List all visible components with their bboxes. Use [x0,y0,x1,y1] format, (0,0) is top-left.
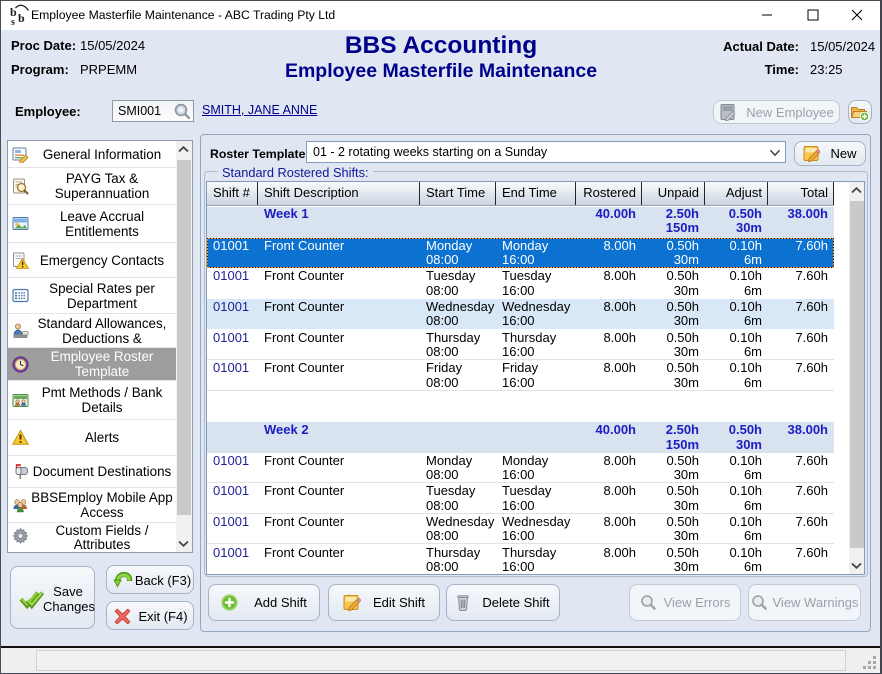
svg-text:b: b [18,11,25,25]
svg-text:s: s [11,17,15,27]
